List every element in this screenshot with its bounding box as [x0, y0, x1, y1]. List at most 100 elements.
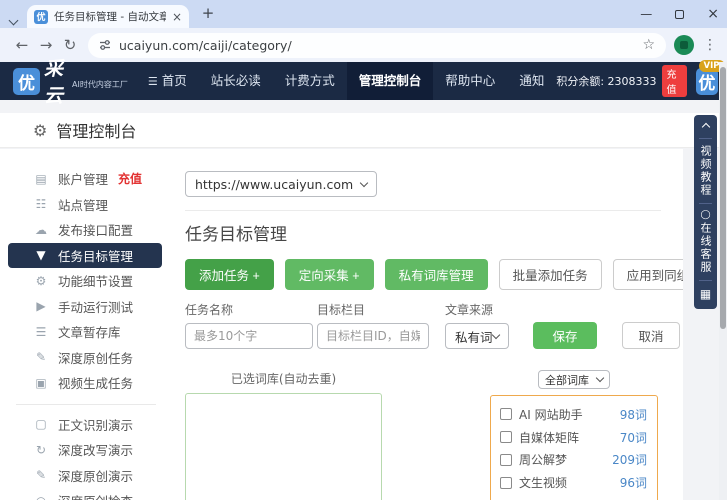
lexicon-checkbox[interactable]: [500, 431, 512, 444]
lexicon-checkbox[interactable]: [500, 453, 512, 466]
section-heading: 任务目标管理: [185, 225, 287, 245]
main-nav: ☰ 首页 站长必读 计费方式 管理控制台 帮助中心 通知: [136, 62, 556, 100]
site-logo[interactable]: 优: [13, 67, 40, 95]
sidebar-item-deep-original-task[interactable]: ✎ 深度原创任务: [0, 345, 172, 371]
page-title: 管理控制台: [56, 122, 137, 141]
task-name-input[interactable]: [185, 323, 313, 349]
sidebar-item-manual-test[interactable]: ▶ 手动运行测试: [0, 294, 172, 320]
lexicon-row: AI 网站助手 98词: [500, 403, 647, 426]
tab-search-icon[interactable]: [8, 9, 22, 26]
selected-lexicon-label: 已选词库(自动去重): [230, 372, 337, 386]
save-button[interactable]: 保存: [533, 322, 597, 349]
pencil-icon: ✎: [35, 468, 47, 483]
sidebar-label: 手动运行测试: [58, 299, 134, 315]
stack-icon: ☷: [35, 197, 47, 212]
site-select-value: https://www.ucaiyun.com: [195, 176, 354, 192]
private-lexicon-button[interactable]: 私有词库管理: [384, 259, 488, 290]
sidebar-item-original-check[interactable]: ○ 深度原创检查: [0, 488, 172, 500]
chevron-down-icon: [491, 330, 501, 339]
lexicon-checkbox[interactable]: [500, 408, 512, 421]
sidebar-item-rewrite-demo[interactable]: ↻ 深度改写演示: [0, 437, 172, 463]
forward-button[interactable]: →: [34, 36, 58, 54]
page-scrollbar[interactable]: [719, 62, 727, 500]
nav-item-home[interactable]: ☰ 首页: [136, 62, 199, 100]
sidebar-item-original-demo[interactable]: ✎ 深度原创演示: [0, 463, 172, 489]
add-task-button[interactable]: 添加任务 +: [185, 259, 274, 290]
chevron-down-icon: [595, 373, 605, 383]
sidebar-item-article-store[interactable]: ☰ 文章暂存库: [0, 319, 172, 345]
content-card: ▤ 账户管理 充值 ☷ 站点管理 ☁ 发布接口配置 ▼ 任务目标管理 ⚙ 功能细…: [0, 149, 704, 500]
sidebar-item-publish-api[interactable]: ☁ 发布接口配置: [0, 217, 172, 243]
directed-collect-button[interactable]: 定向采集 +: [284, 259, 374, 290]
site-favicon: 优: [34, 9, 48, 24]
sidebar-item-feature-settings[interactable]: ⚙ 功能细节设置: [0, 268, 172, 294]
nav-item-console[interactable]: 管理控制台: [346, 62, 434, 100]
lexicon-count[interactable]: 70词: [620, 429, 647, 446]
pencil-icon: ✎: [35, 350, 47, 365]
browser-menu-icon[interactable]: ⋮: [703, 37, 717, 53]
collapse-up-icon[interactable]: [701, 122, 710, 132]
sidebar-item-task-target[interactable]: ▼ 任务目标管理: [8, 242, 162, 268]
tab-close-icon[interactable]: ×: [172, 10, 182, 24]
vip-avatar[interactable]: 优 VIP: [696, 59, 725, 95]
nav-label: 首页: [161, 73, 187, 88]
monitor-icon: ▢: [35, 417, 47, 432]
scrollbar-thumb[interactable]: [720, 67, 726, 329]
recharge-link[interactable]: 充值: [118, 170, 142, 187]
new-tab-button[interactable]: +: [199, 4, 217, 22]
panel-divider: [699, 138, 712, 139]
lexicon-section: 已选词库(自动去重) 全部词库 AI 网站助手 98词 自媒体矩阵 70词 周公…: [185, 370, 683, 500]
action-button-row: 添加任务 + 定向采集 + 私有词库管理 批量添加任务 应用到同组: [185, 259, 704, 290]
window-maximize-button[interactable]: [675, 9, 685, 19]
floating-side-panel: 视频教程 ◯ 在线客服 ▦: [694, 115, 717, 309]
vip-avatar-char: 优: [698, 73, 716, 94]
lexicon-list: AI 网站助手 98词 自媒体矩阵 70词 周公解梦 209词 文生视频 96词: [490, 395, 658, 500]
lexicon-count[interactable]: 98词: [620, 406, 647, 423]
points-balance: 积分余额: 2308333: [556, 75, 657, 88]
lexicon-checkbox[interactable]: [500, 476, 512, 489]
video-tutorial-link[interactable]: 视频教程: [699, 145, 712, 197]
divider: [185, 210, 661, 211]
cloud-icon: ☁: [35, 222, 47, 237]
database-icon: ☰: [35, 324, 47, 339]
headset-icon: ◯: [700, 210, 711, 220]
address-bar[interactable]: ucaiyun.com/caiji/category/ ☆: [88, 32, 666, 58]
recharge-button[interactable]: 充值: [661, 65, 688, 97]
target-column-input[interactable]: [317, 323, 429, 349]
sidebar-label: 账户管理: [58, 172, 109, 188]
batch-add-task-button[interactable]: 批量添加任务: [498, 259, 602, 290]
cancel-button[interactable]: 取消: [622, 322, 680, 349]
target-column-label: 目标栏目: [317, 303, 366, 317]
sidebar-item-account[interactable]: ▤ 账户管理 充值: [0, 166, 172, 192]
bar-chart-icon: ▤: [35, 171, 47, 186]
selected-lexicon-box[interactable]: [185, 393, 382, 500]
reload-button[interactable]: ↻: [58, 36, 82, 54]
lexicon-count[interactable]: 209词: [612, 451, 647, 468]
gears-icon: ⚙: [35, 273, 47, 288]
lexicon-row: 自媒体矩阵 70词: [500, 426, 647, 449]
url-text[interactable]: ucaiyun.com/caiji/category/: [119, 38, 634, 53]
lexicon-filter-select[interactable]: 全部词库: [538, 370, 610, 389]
nav-item-pricing[interactable]: 计费方式: [273, 62, 347, 100]
profile-avatar[interactable]: [674, 35, 694, 55]
nav-item-must-read[interactable]: 站长必读: [199, 62, 273, 100]
nav-item-notice[interactable]: 通知: [507, 62, 556, 100]
lexicon-row: 文生视频 96词: [500, 471, 647, 494]
lexicon-row: 周公解梦 209词: [500, 449, 647, 472]
sidebar-item-content-demo[interactable]: ▢ 正文识别演示: [0, 412, 172, 438]
sidebar-item-video-task[interactable]: ▣ 视频生成任务: [0, 370, 172, 396]
nav-item-help[interactable]: 帮助中心: [433, 62, 507, 100]
window-close-button[interactable]: ×: [707, 6, 719, 22]
article-source-select[interactable]: 私有词库: [445, 323, 509, 349]
lexicon-count[interactable]: 96词: [620, 474, 647, 491]
sidebar-item-sites[interactable]: ☷ 站点管理: [0, 192, 172, 218]
back-button[interactable]: ←: [10, 36, 34, 54]
bookmark-star-icon[interactable]: ☆: [642, 37, 655, 53]
window-minimize-button[interactable]: —: [640, 7, 652, 21]
lexicon-name: 文生视频: [519, 476, 568, 491]
site-select[interactable]: https://www.ucaiyun.com: [185, 171, 377, 197]
sidebar-label: 深度改写演示: [58, 443, 134, 459]
qr-code-icon[interactable]: ▦: [700, 287, 711, 301]
browser-tab[interactable]: 优 任务目标管理 - 自动文章采集器 ×: [27, 5, 189, 28]
online-service-link[interactable]: 在线客服: [699, 222, 712, 274]
